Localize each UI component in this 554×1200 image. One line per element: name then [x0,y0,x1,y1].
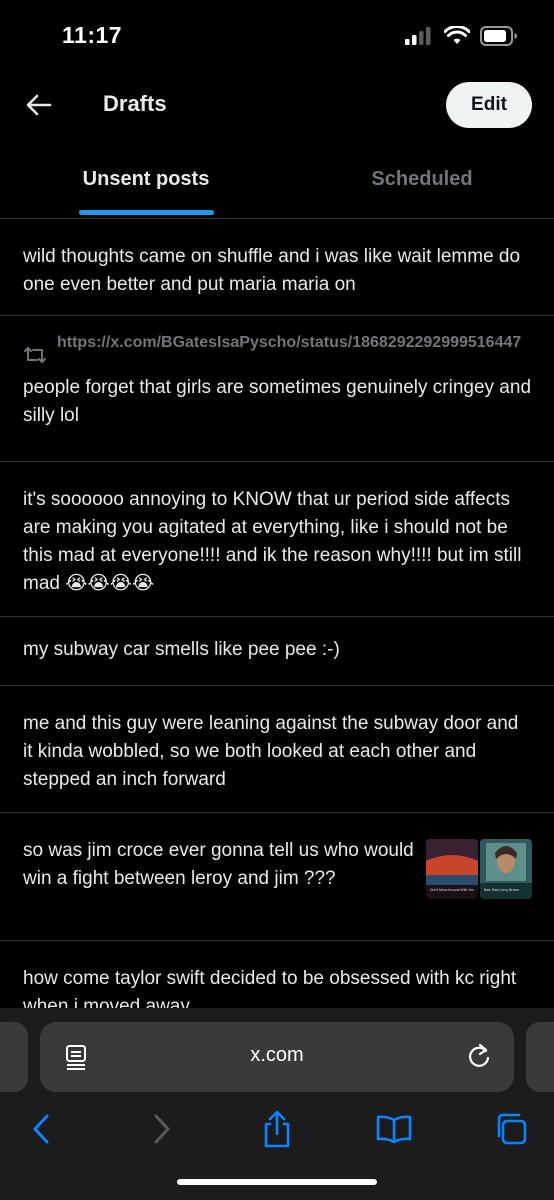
draft-text: it's soooooo annoying to KNOW that ur pe… [23,489,522,594]
draft-item[interactable]: me and this guy were leaning against the… [0,686,554,813]
home-indicator [177,1179,377,1185]
url-text: x.com [250,1044,304,1066]
tab-bar: Unsent posts Scheduled [0,152,554,219]
arrow-left-icon [26,94,52,116]
quote-link-row: https://x.com/BGatesIsaPyscho/status/186… [23,331,532,370]
previous-tab-peek[interactable] [0,1022,28,1092]
draft-text: wild thoughts came on shuffle and i was … [23,246,521,295]
chevron-right-icon [154,1114,170,1144]
status-icons [404,26,518,46]
draft-with-media: so was jim croce ever gonna tell us who … [23,837,532,899]
status-time: 11:17 [62,22,123,48]
share-button[interactable] [252,1104,302,1154]
browser-forward-button[interactable] [137,1104,187,1154]
page-title: Drafts [103,91,167,116]
draft-item[interactable]: https://x.com/BGatesIsaPyscho/status/186… [0,316,554,462]
retweet-icon [23,345,57,370]
battery-icon [480,26,517,46]
reload-icon[interactable] [466,1042,492,1075]
browser-nav-toolbar [0,1104,554,1154]
media-thumbnail[interactable]: Bad, Bad Leroy Brown [480,839,532,899]
active-tab-indicator [79,210,214,215]
browser-back-button[interactable] [16,1104,66,1154]
back-button[interactable] [22,88,56,122]
share-icon [264,1110,290,1148]
tab-unsent-posts[interactable]: Unsent posts [0,152,292,218]
status-bar: 11:17 [0,0,554,74]
media-thumbnails: Don't Mess Around With Jim Bad, Bad Lero… [426,839,532,899]
browser-toolbar: x.com [0,1008,554,1200]
draft-item[interactable]: my subway car smells like pee pee :-) [0,617,554,686]
next-tab-peek[interactable] [526,1022,554,1092]
media-thumbnail[interactable]: Don't Mess Around With Jim [426,839,478,899]
chevron-left-icon [33,1114,49,1144]
edit-button[interactable]: Edit [446,82,532,128]
draft-item[interactable]: it's soooooo annoying to KNOW that ur pe… [0,462,554,617]
address-bar[interactable]: x.com [40,1022,514,1092]
quoted-post-link[interactable]: https://x.com/BGatesIsaPyscho/status/186… [57,331,521,355]
draft-item[interactable]: wild thoughts came on shuffle and i was … [0,219,554,316]
bookmarks-button[interactable] [369,1104,419,1154]
tabs-icon [497,1113,527,1145]
header: Drafts Edit [0,74,554,136]
svg-text:Bad, Bad Leroy Brown: Bad, Bad Leroy Brown [484,888,519,892]
cellular-signal-icon [405,27,431,45]
wifi-icon [444,26,470,44]
svg-text:Don't Mess Around With Jim: Don't Mess Around With Jim [430,888,474,892]
book-icon [376,1115,412,1144]
draft-item[interactable]: so was jim croce ever gonna tell us who … [0,813,554,941]
draft-text: people forget that girls are sometimes g… [23,377,532,426]
draft-text: me and this guy were leaning against the… [23,713,519,790]
draft-text: so was jim croce ever gonna tell us who … [23,840,414,889]
draft-text: my subway car smells like pee pee :-) [23,639,340,660]
tab-scheduled[interactable]: Scheduled [277,152,554,218]
drafts-list: wild thoughts came on shuffle and i was … [0,219,554,1044]
tabs-button[interactable] [486,1104,536,1154]
